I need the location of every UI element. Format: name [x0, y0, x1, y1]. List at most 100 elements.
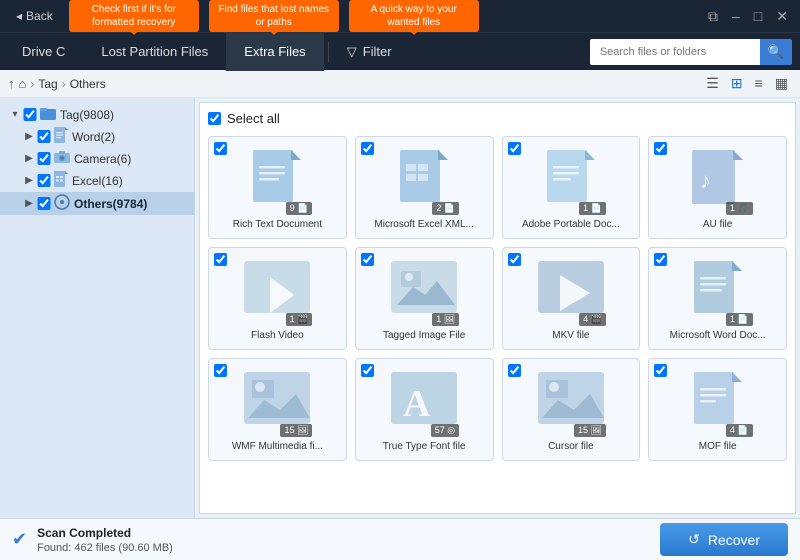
file-check-au[interactable] [654, 142, 667, 155]
tab-filter[interactable]: ▽ Filter [333, 36, 406, 68]
breadcrumb-up-icon[interactable]: ↑ [8, 76, 15, 91]
recover-button[interactable]: ↺ Recover [660, 523, 788, 556]
file-icon-doc: 1 📄 [683, 256, 753, 326]
back-label: Back [26, 9, 53, 23]
file-name-tif: Tagged Image File [364, 330, 485, 341]
file-check-doc[interactable] [654, 253, 667, 266]
file-check-mkv[interactable] [508, 253, 521, 266]
file-badge-pdf: 1 📄 [579, 202, 606, 215]
breadcrumb-others[interactable]: Others [70, 77, 106, 91]
tree-toggle-tag[interactable]: ▾ [8, 109, 22, 120]
select-all-checkbox[interactable] [208, 112, 221, 125]
file-check-xlsx[interactable] [361, 142, 374, 155]
file-card-cur[interactable]: 15 🖼 Cursor file [502, 358, 641, 461]
main-layout: ▾ Tag(9808) ▶ Word(2) ▶ Camera(6) [0, 98, 800, 518]
view-detail-icon[interactable]: ☰ [702, 73, 723, 94]
file-card-xlsx[interactable]: 2 📄 Microsoft Excel XML... [355, 136, 494, 239]
sidebar-item-camera[interactable]: ▶ Camera(6) [0, 148, 194, 169]
sidebar-item-excel[interactable]: ▶ Excel(16) [0, 169, 194, 192]
file-badge-mof: 4 📄 [726, 424, 753, 437]
close-icon[interactable]: ✕ [772, 8, 792, 25]
camera-icon [54, 150, 70, 167]
file-check-wmf[interactable] [214, 364, 227, 377]
file-card-doc[interactable]: 1 📄 Microsoft Word Doc... [648, 247, 787, 350]
tree-toggle-word[interactable]: ▶ [22, 131, 36, 142]
file-check-ttf[interactable] [361, 364, 374, 377]
breadcrumb-home-icon[interactable]: ⌂ [19, 76, 27, 91]
sidebar-item-word[interactable]: ▶ Word(2) [0, 125, 194, 148]
file-badge-flv: 1 🎬 [286, 313, 313, 326]
file-badge-cur: 15 🖼 [574, 424, 606, 437]
file-grid: 9 📄 Rich Text Document 2 📄 Microsoft Exc… [208, 136, 787, 461]
tree-check-excel[interactable] [36, 174, 52, 187]
scan-detail: Found: 462 files (90.60 MB) [37, 542, 173, 554]
file-card-flv[interactable]: 1 🎬 Flash Video [208, 247, 347, 350]
scan-text: Scan Completed Found: 462 files (90.60 M… [37, 526, 173, 554]
window-controls: ⧉ – □ ✕ [704, 8, 792, 25]
status-bar: ✔ Scan Completed Found: 462 files (90.60… [0, 518, 800, 560]
file-card-tif[interactable]: 1 🖼 Tagged Image File [355, 247, 494, 350]
sidebar-item-others[interactable]: ▶ Others(9784) [0, 192, 194, 215]
select-all-row: Select all [208, 111, 787, 126]
svg-text:A: A [403, 383, 431, 425]
nav-divider [328, 42, 329, 62]
tree-check-camera[interactable] [36, 152, 52, 165]
view-grid-icon[interactable]: ⊞ [727, 73, 747, 94]
file-name-mof: MOF file [657, 441, 778, 452]
minimize-icon[interactable]: – [728, 8, 744, 25]
file-icon-au: ♪ 1 🎵 [683, 145, 753, 215]
excel-icon [54, 171, 68, 190]
view-large-icon[interactable]: ▦ [771, 73, 792, 94]
recover-label: Recover [708, 532, 760, 548]
file-icon-mof: 4 📄 [683, 367, 753, 437]
file-card-wmf[interactable]: 15 🖼 WMF Multimedia fi... [208, 358, 347, 461]
file-check-pdf[interactable] [508, 142, 521, 155]
file-name-pdf: Adobe Portable Doc... [511, 219, 632, 230]
search-button[interactable]: 🔍 [760, 39, 792, 65]
file-check-rtf[interactable] [214, 142, 227, 155]
file-name-au: AU file [657, 219, 778, 230]
file-badge-rtf: 9 📄 [286, 202, 313, 215]
file-card-ttf[interactable]: A 57 ◎ True Type Font file [355, 358, 494, 461]
tree-check-word[interactable] [36, 130, 52, 143]
file-badge-ttf: 57 ◎ [431, 424, 459, 437]
tab-lost-partition[interactable]: Lost Partition Files [83, 33, 226, 71]
file-card-mkv[interactable]: 4 🎬 MKV file [502, 247, 641, 350]
file-name-flv: Flash Video [217, 330, 338, 341]
file-name-rtf: Rich Text Document [217, 219, 338, 230]
file-card-rtf[interactable]: 9 📄 Rich Text Document [208, 136, 347, 239]
filter-icon: ▽ [347, 44, 357, 60]
view-list-icon[interactable]: ≡ [751, 73, 767, 94]
file-card-mof[interactable]: 4 📄 MOF file [648, 358, 787, 461]
file-icon-wmf: 15 🖼 [242, 367, 312, 437]
tree-check-tag[interactable] [22, 108, 38, 121]
search-input[interactable] [590, 39, 760, 65]
file-check-cur[interactable] [508, 364, 521, 377]
view-icons: ☰ ⊞ ≡ ▦ [702, 73, 792, 94]
tab-extra-files[interactable]: Extra Files [226, 33, 323, 71]
file-name-mkv: MKV file [511, 330, 632, 341]
file-check-tif[interactable] [361, 253, 374, 266]
folder-icon-tag [40, 106, 56, 123]
tree-check-others[interactable] [36, 197, 52, 210]
back-chevron-icon: ◂ [16, 9, 22, 23]
file-card-au[interactable]: ♪ 1 🎵 AU file [648, 136, 787, 239]
tree-toggle-excel[interactable]: ▶ [22, 175, 36, 186]
file-icon-pdf: 1 📄 [536, 145, 606, 215]
file-card-pdf[interactable]: 1 📄 Adobe Portable Doc... [502, 136, 641, 239]
file-check-mof[interactable] [654, 364, 667, 377]
back-button[interactable]: ◂ Back [8, 7, 61, 25]
restore-icon[interactable]: ⧉ [704, 8, 722, 25]
file-check-flv[interactable] [214, 253, 227, 266]
breadcrumb-tag[interactable]: Tag [38, 77, 57, 91]
sidebar-item-tag[interactable]: ▾ Tag(9808) [0, 104, 194, 125]
title-bar: ◂ Back Check first if it's for formatted… [0, 0, 800, 32]
tab-drive-c[interactable]: Drive C [4, 33, 83, 71]
file-badge-mkv: 4 🎬 [579, 313, 606, 326]
tree-toggle-camera[interactable]: ▶ [22, 153, 36, 164]
maximize-icon[interactable]: □ [750, 8, 766, 25]
tree-toggle-others[interactable]: ▶ [22, 198, 36, 209]
file-icon-ttf: A 57 ◎ [389, 367, 459, 437]
file-name-wmf: WMF Multimedia fi... [217, 441, 338, 452]
file-icon-rtf: 9 📄 [242, 145, 312, 215]
